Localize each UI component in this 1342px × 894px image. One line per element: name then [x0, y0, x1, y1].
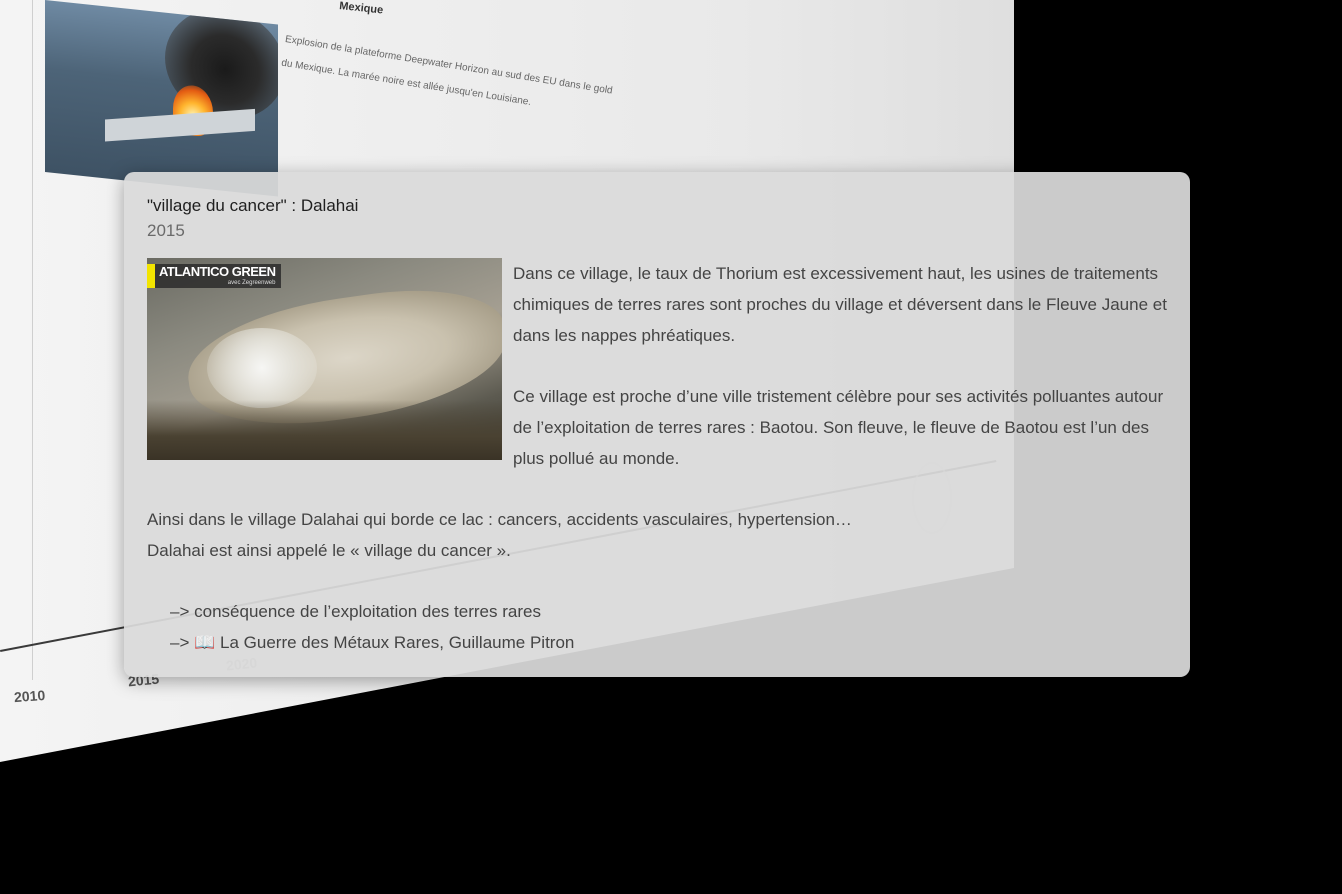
rig-shape	[105, 108, 255, 142]
brand-accent-bar	[147, 264, 155, 288]
popup-year: 2015	[147, 221, 185, 240]
book-reference-line: –> 📖 La Guerre des Métaux Rares, Guillau…	[170, 627, 574, 658]
timeline-vertical-line	[32, 0, 33, 680]
steam-shape	[207, 328, 317, 408]
book-reference-text: La Guerre des Métaux Rares, Guillaume Pi…	[220, 633, 575, 652]
popup-paragraph: Ce village est proche d’une ville triste…	[513, 387, 1164, 468]
event-title[interactable]: Mexique	[339, 0, 384, 17]
popup-paragraph: Dalahai est ainsi appelé le « village du…	[147, 541, 511, 560]
popup-paragraph: Ainsi dans le village Dalahai qui borde …	[147, 510, 852, 529]
arrow-text: –>	[170, 633, 190, 652]
popup-image: ATLANTICO GREEN avec Zegreenweb	[147, 258, 502, 460]
forest-shape	[147, 400, 502, 460]
consequence-line: –> conséquence de l’exploitation des ter…	[170, 596, 541, 627]
event-photo-deepwater[interactable]	[45, 0, 278, 197]
event-detail-popup[interactable]: "village du cancer" : Dalahai 2015 ATLAN…	[124, 172, 1190, 677]
arrow-text: –>	[170, 602, 190, 621]
brand-subtitle: avec Zegreenweb	[227, 280, 276, 286]
consequence-text: conséquence de l’exploitation des terres…	[194, 602, 541, 621]
popup-title: "village du cancer" : Dalahai	[147, 196, 359, 215]
image-brand-overlay: ATLANTICO GREEN avec Zegreenweb	[147, 264, 282, 288]
timeline-tick: 2010	[13, 686, 46, 706]
brand-name: ATLANTICO GREEN	[159, 264, 276, 279]
event-description: Explosion de la plateforme Deepwater Hor…	[280, 33, 614, 109]
popup-paragraph: Dans ce village, le taux de Thorium est …	[513, 264, 1167, 345]
book-icon: 📖	[194, 633, 216, 652]
